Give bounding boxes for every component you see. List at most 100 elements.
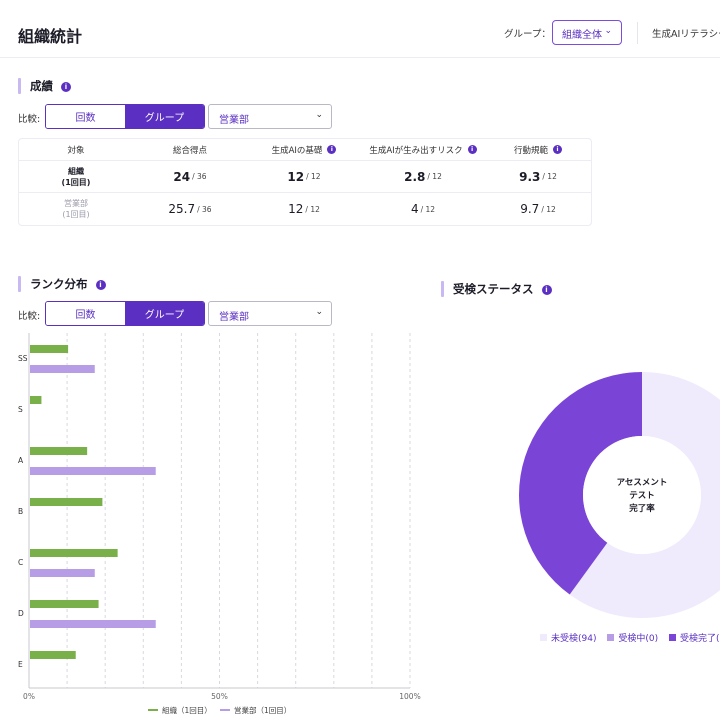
donut-center-text: 完了率 bbox=[629, 503, 655, 514]
row-name-line: (1回目) bbox=[62, 210, 90, 219]
score-value: 25.7 bbox=[168, 202, 196, 216]
x-tick-label: 100% bbox=[399, 692, 420, 701]
dept-select-value: 営業部 bbox=[219, 312, 249, 323]
row-name: 組織 (1回目) bbox=[19, 161, 133, 192]
status-donut-chart: アセスメントテスト完了率 bbox=[518, 372, 720, 618]
x-tick-label: 50% bbox=[211, 692, 228, 701]
dept-select-value: 営業部 bbox=[219, 115, 249, 126]
category-label: SS bbox=[18, 354, 28, 363]
column-header: 総合得点 bbox=[172, 145, 207, 156]
row-name-line: (1回目) bbox=[61, 177, 91, 187]
compare-segment: 回数 グループ bbox=[45, 301, 205, 326]
legend-label: 組織（1回目） bbox=[162, 705, 212, 715]
page-title: 組織統計 bbox=[18, 27, 83, 46]
score-max: / 12 bbox=[542, 172, 557, 181]
compare-label: 比較: bbox=[18, 311, 41, 322]
bar bbox=[30, 345, 69, 353]
legend-label: 未受検(94) bbox=[551, 634, 597, 644]
segment-group[interactable]: グループ bbox=[125, 302, 204, 325]
column-header-text: 生成AIが生み出すリスク bbox=[369, 145, 463, 156]
score-cell: 9.7/ 12 bbox=[485, 193, 591, 225]
score-value: 4 bbox=[410, 202, 419, 216]
info-icon[interactable]: i bbox=[61, 81, 71, 92]
table-row: 組織 (1回目) 24/ 36 12/ 12 2.8/ 12 9.3/ 12 bbox=[19, 161, 591, 193]
bar bbox=[30, 620, 156, 628]
bar bbox=[30, 569, 95, 577]
bar bbox=[30, 396, 42, 404]
score-cell: 12/ 12 bbox=[247, 161, 361, 192]
rank-bar-chart: 0% 50% 100%SSSABCDE組織（1回目） 営業部（1回目） bbox=[18, 333, 421, 715]
column-header: 生成AIが生み出すリスク i bbox=[361, 139, 485, 160]
category-label: B bbox=[18, 507, 23, 516]
score-max: / 12 bbox=[420, 204, 436, 214]
category-label: S bbox=[18, 405, 23, 414]
score-cell: 2.8/ 12 bbox=[361, 161, 485, 192]
info-icon[interactable]: i bbox=[541, 284, 552, 295]
legend-label: 受検中(0) bbox=[618, 634, 659, 644]
score-cell: 12/ 12 bbox=[247, 193, 361, 225]
score-cell: 24/ 36 bbox=[133, 161, 247, 192]
compare-segment: 回数 グループ bbox=[45, 104, 205, 129]
info-icon[interactable]: i bbox=[95, 279, 106, 290]
score-value: 9.7 bbox=[520, 202, 540, 216]
score-value: 12 bbox=[288, 202, 304, 216]
legend-swatch bbox=[540, 634, 547, 641]
score-cell: 9.3/ 12 bbox=[485, 161, 591, 192]
score-max: / 12 bbox=[306, 172, 321, 181]
info-icon[interactable]: i bbox=[467, 145, 477, 154]
category-label: A bbox=[18, 456, 24, 465]
score-value: 2.8 bbox=[404, 169, 426, 184]
segment-count[interactable]: 回数 bbox=[46, 105, 125, 128]
donut-center-text: アセスメント bbox=[617, 478, 668, 488]
column-header: 対象 bbox=[67, 145, 85, 156]
score-value: 24 bbox=[173, 169, 191, 184]
info-icon[interactable]: i bbox=[553, 145, 562, 154]
column-header-text: 生成AIの基礎 bbox=[271, 145, 323, 156]
category-label: E bbox=[18, 660, 23, 669]
segment-count[interactable]: 回数 bbox=[46, 302, 125, 325]
dept-select[interactable]: 営業部 ⌄ bbox=[208, 301, 332, 326]
score-value: 9.3 bbox=[519, 169, 541, 184]
chevron-down-icon: ⌄ bbox=[604, 26, 612, 36]
table-header: 対象 総合得点 生成AIの基礎 i 生成AIが生み出すリスク i 行動規範 i bbox=[19, 139, 591, 161]
legend-swatch bbox=[668, 634, 676, 641]
legend-item: 受検中(0) bbox=[607, 634, 658, 644]
column-header: 行動規範 i bbox=[485, 139, 591, 160]
score-max: / 12 bbox=[305, 204, 320, 214]
bar bbox=[30, 365, 95, 373]
rank-section-title: ランク分布 i bbox=[18, 276, 106, 292]
row-name-line: 営業部 bbox=[64, 199, 88, 208]
bar bbox=[30, 498, 103, 506]
bar bbox=[30, 600, 99, 608]
chevron-down-icon: ⌄ bbox=[315, 307, 323, 317]
status-title-text: 受検ステータス bbox=[453, 282, 534, 296]
info-icon[interactable]: i bbox=[327, 145, 337, 154]
segment-group[interactable]: グループ bbox=[125, 105, 204, 128]
legend-item: 受検完了(5 bbox=[668, 634, 720, 644]
page-header: 組織統計 グループ： 組織全体 ⌄ 生成AIリテラシー bbox=[0, 0, 720, 58]
scores-section-title: 成績 i bbox=[18, 78, 71, 94]
literacy-tab[interactable]: 生成AIリテラシー bbox=[652, 26, 720, 40]
column-header-text: 行動規範 bbox=[513, 145, 548, 156]
score-max: / 36 bbox=[197, 204, 212, 214]
rank-title-text: ランク分布 bbox=[30, 277, 88, 291]
bar bbox=[30, 447, 88, 455]
header-divider bbox=[637, 22, 638, 44]
legend-label: 受検完了(5 bbox=[679, 634, 720, 644]
group-select[interactable]: 組織全体 ⌄ bbox=[552, 20, 622, 45]
x-tick-label: 0% bbox=[23, 692, 35, 701]
category-label: C bbox=[18, 558, 23, 567]
dept-select[interactable]: 営業部 ⌄ bbox=[208, 104, 332, 129]
legend-label: 営業部（1回目） bbox=[234, 705, 291, 715]
score-table: 対象 総合得点 生成AIの基礎 i 生成AIが生み出すリスク i 行動規範 i 組織(… bbox=[18, 138, 592, 226]
score-cell: 25.7/ 36 bbox=[133, 193, 247, 225]
chevron-down-icon: ⌄ bbox=[315, 110, 323, 120]
column-header: 生成AIの基礎 i bbox=[247, 139, 361, 160]
score-max: / 12 bbox=[541, 204, 556, 214]
legend-item: 未受検(94) bbox=[540, 634, 596, 644]
group-label: グループ： bbox=[504, 29, 551, 40]
bar bbox=[30, 549, 118, 557]
status-section-title: 受検ステータス i bbox=[441, 281, 552, 297]
group-select-value: 組織全体 bbox=[562, 30, 602, 41]
table-row: 営業部 (1回目) 25.7/ 36 12/ 12 4/ 12 9.7/ 12 bbox=[19, 193, 591, 225]
